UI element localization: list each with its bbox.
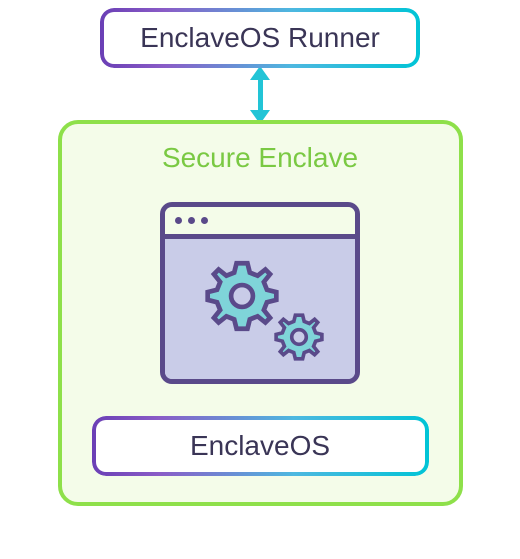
window-body bbox=[165, 239, 355, 379]
window-dot-icon bbox=[175, 217, 182, 224]
secure-enclave-container: Secure Enclave bbox=[58, 120, 463, 506]
window-dot-icon bbox=[201, 217, 208, 224]
window-frame bbox=[160, 202, 360, 384]
enclave-title: Secure Enclave bbox=[162, 142, 358, 174]
enclaveos-label: EnclaveOS bbox=[190, 430, 330, 461]
application-window-icon bbox=[160, 202, 360, 384]
runner-label: EnclaveOS Runner bbox=[140, 22, 380, 53]
runner-box: EnclaveOS Runner bbox=[100, 8, 420, 68]
gear-small-icon bbox=[273, 311, 325, 363]
window-dot-icon bbox=[188, 217, 195, 224]
bidirectional-arrow bbox=[250, 66, 270, 124]
enclaveos-box: EnclaveOS bbox=[92, 416, 429, 476]
arrow-line bbox=[258, 80, 263, 110]
gear-big-icon bbox=[203, 257, 281, 335]
window-titlebar bbox=[165, 207, 355, 239]
arrow-up-icon bbox=[250, 66, 270, 80]
